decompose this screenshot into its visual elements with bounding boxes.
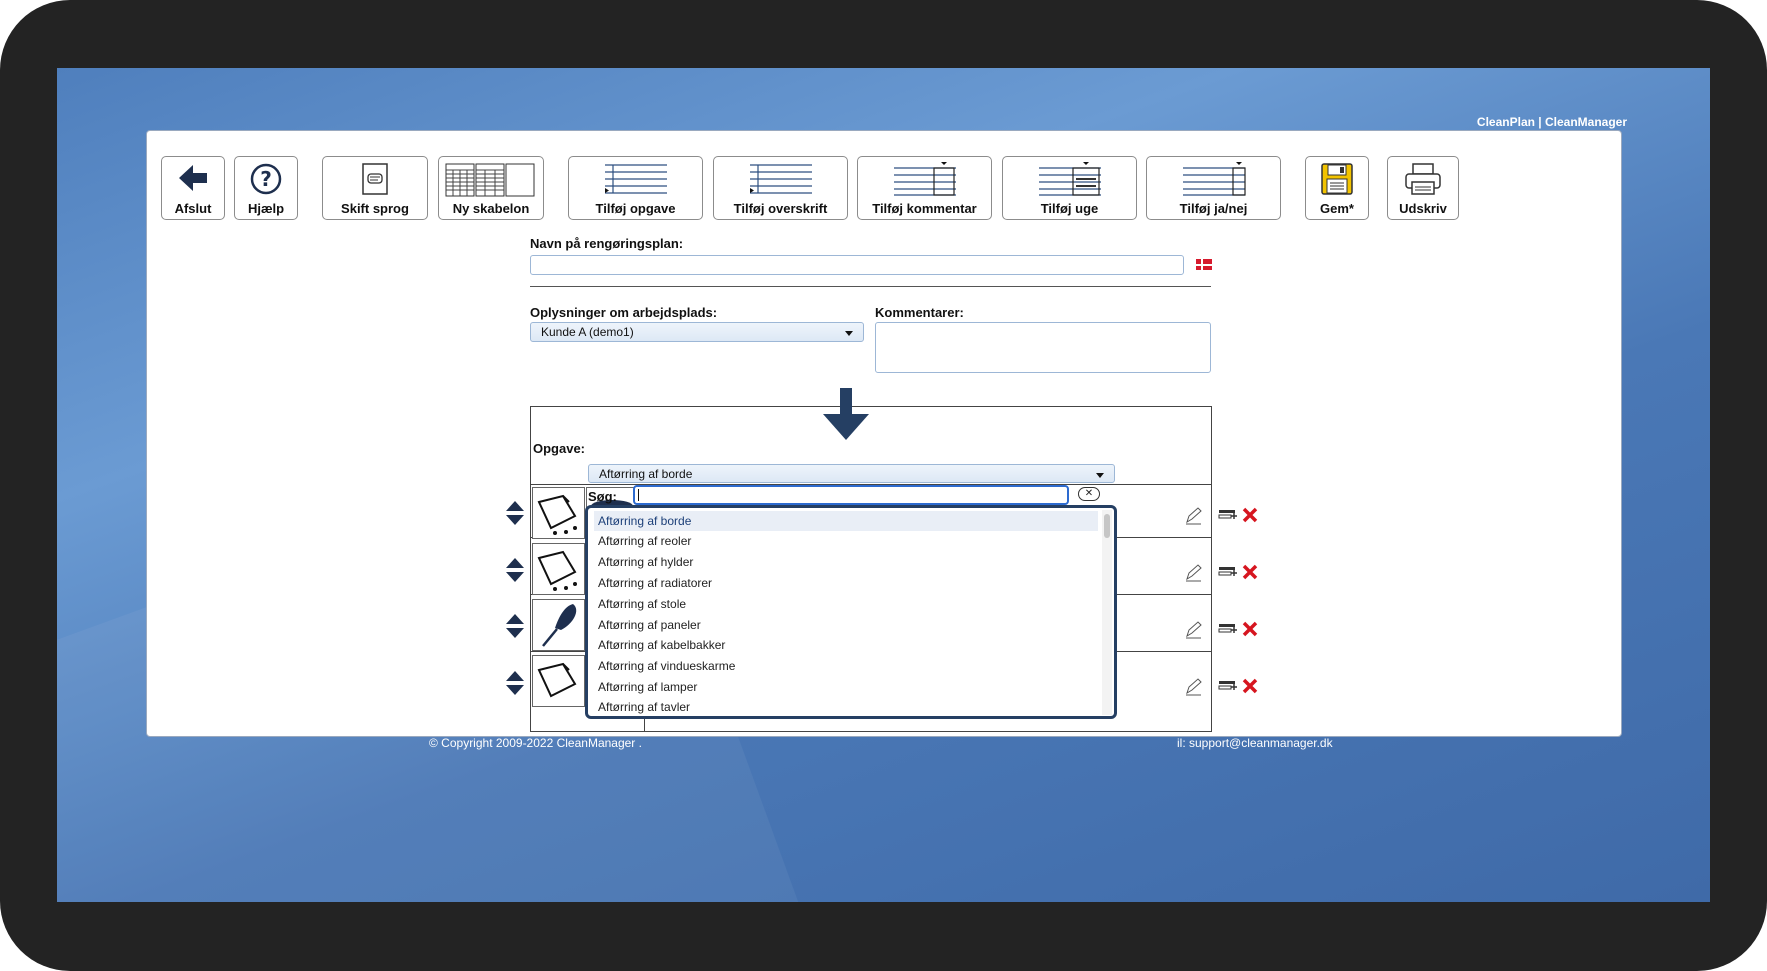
insert-row-icon [1218,681,1237,690]
cloth-icon[interactable] [532,487,585,539]
cloth-icon[interactable] [532,655,585,707]
print-button-label: Udskriv [1399,201,1447,216]
move-updown-icon[interactable] [506,558,524,582]
form-divider [530,286,1211,287]
add-task-button[interactable]: Tilføj opgave [568,156,703,220]
floppy-disk-icon [1321,163,1353,195]
print-button[interactable]: Udskriv [1387,156,1459,220]
pencil-icon [1186,507,1202,525]
dropdown-option[interactable]: Aftørring af stole [594,594,1098,614]
language-button[interactable]: Skift sprog [322,156,428,220]
plan-name-label: Navn på rengøringsplan: [530,236,684,251]
delete-icon [1242,507,1258,523]
pencil-icon [1186,621,1202,639]
exit-button-label: Afslut [174,201,212,216]
back-arrow-icon [179,165,207,191]
add-heading-icon [749,164,812,194]
arrow-down-icon [823,388,869,440]
dropdown-option[interactable]: Aftørring af lamper [594,677,1098,697]
help-button-label: Hjælp [247,201,285,216]
new-template-button[interactable]: Ny skabelon [438,156,544,220]
add-yes-no-button[interactable]: Tilføj ja/nej [1146,156,1281,220]
clear-search-icon[interactable]: ✕ [1078,487,1100,501]
task-options-dropdown: Aftørring af borde Aftørring af reoler A… [585,505,1117,719]
insert-row-icon [1218,624,1237,633]
dropdown-option[interactable]: Aftørring af tavler [594,697,1098,716]
row-tools [1186,621,1258,639]
dropdown-option[interactable]: Aftørring af vindueskarme [594,656,1098,676]
add-task-icon [604,164,667,194]
workplace-label: Oplysninger om arbejdsplads: [530,305,718,320]
chevron-down-icon [845,331,853,336]
dropdown-option[interactable]: Aftørring af borde [594,511,1098,531]
workplace-select-value: Kunde A (demo1) [541,325,634,339]
feather-duster-icon[interactable] [532,599,585,651]
task-column-header: Opgave: [533,441,586,456]
search-input[interactable] [633,485,1069,505]
dropdown-scrollbar[interactable] [1102,510,1112,715]
text-caret [638,489,639,501]
add-comment-button-label: Tilføj kommentar [872,201,977,216]
insert-row-icon [1218,567,1237,576]
template-grid-icon [445,163,535,197]
dropdown-option[interactable]: Aftørring af kabelbakker [594,635,1098,655]
delete-icon [1242,678,1258,694]
speech-bubble-icon [362,163,388,195]
add-comment-button[interactable]: Tilføj kommentar [857,156,992,220]
move-updown-icon[interactable] [506,671,524,695]
add-week-icon [1038,162,1101,196]
brand-label: CleanPlan | CleanManager [1476,115,1627,129]
dropdown-option[interactable]: Aftørring af radiatorer [594,573,1098,593]
search-label: Søg: [588,489,617,504]
printer-icon [1405,163,1441,195]
help-icon: ? [250,163,282,195]
add-yes-no-button-label: Tilføj ja/nej [1179,201,1248,216]
save-button-label: Gem* [1320,201,1354,216]
save-button[interactable]: Gem* [1305,156,1369,220]
comments-textarea[interactable] [875,322,1211,373]
move-updown-icon[interactable] [506,614,524,638]
dropdown-option[interactable]: Aftørring af hylder [594,552,1098,572]
task-select[interactable]: Aftørring af borde [588,464,1115,483]
dropdown-option[interactable]: Aftørring af paneler [594,615,1098,635]
pencil-icon [1186,678,1202,696]
dropdown-scrollbar-thumb[interactable] [1104,514,1110,538]
move-updown-icon[interactable] [506,501,524,525]
add-comment-icon [893,162,956,196]
add-week-button-label: Tilføj uge [1040,201,1099,216]
support-email-link[interactable]: il: support@cleanmanager.dk [1177,736,1333,750]
delete-icon [1242,621,1258,637]
row-tools [1186,564,1258,582]
exit-button[interactable]: Afslut [161,156,225,220]
workplace-select[interactable]: Kunde A (demo1) [530,322,864,342]
cloth-icon[interactable] [532,543,585,595]
svg-text:?: ? [260,167,272,191]
add-heading-button-label: Tilføj overskrift [733,201,828,216]
chevron-down-icon [1096,473,1104,478]
row-tools [1186,678,1258,696]
comments-label: Kommentarer: [875,305,964,320]
task-select-value: Aftørring af borde [599,467,693,481]
insert-row-icon [1218,510,1237,519]
dropdown-option[interactable]: Aftørring af reoler [594,531,1098,551]
language-button-label: Skift sprog [341,201,409,216]
add-task-button-label: Tilføj opgave [595,201,676,216]
help-button[interactable]: ? Hjælp [234,156,298,220]
plan-name-input[interactable] [530,255,1184,275]
add-yes-no-icon [1182,162,1246,196]
row-tools [1186,507,1258,525]
copyright-text: © Copyright 2009-2022 CleanManager . [429,736,642,750]
delete-icon [1242,564,1258,580]
danish-flag-icon[interactable] [1196,259,1212,270]
add-heading-button[interactable]: Tilføj overskrift [713,156,848,220]
new-template-button-label: Ny skabelon [452,201,530,216]
add-week-button[interactable]: Tilføj uge [1002,156,1137,220]
pencil-icon [1186,564,1202,582]
